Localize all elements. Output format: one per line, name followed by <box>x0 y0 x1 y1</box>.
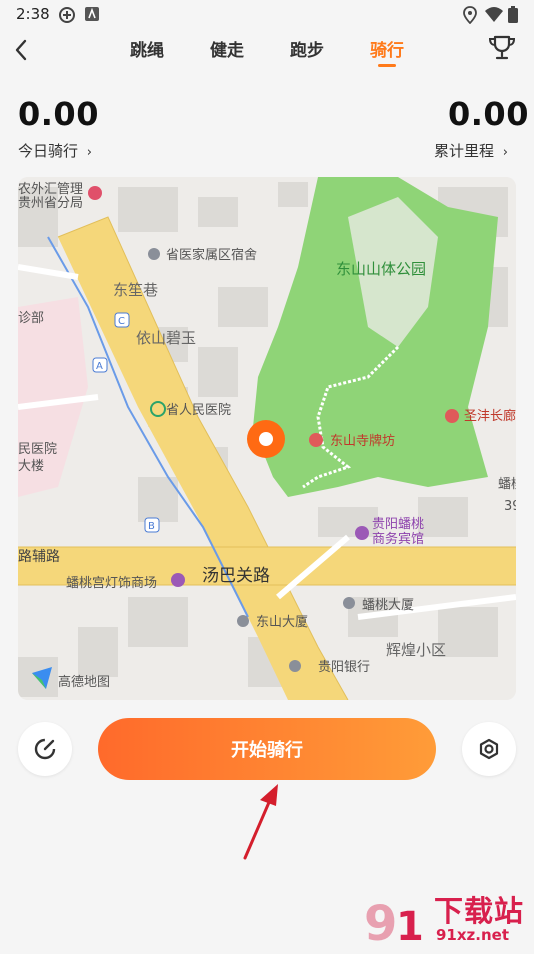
map-label-side-road: 路辅路 <box>18 549 60 565</box>
total-mileage-label: 累计里程 <box>434 142 495 160</box>
status-time: 2:38 <box>16 5 50 23</box>
map-label-lamp-mall: 蟠桃宫灯饰商场 <box>66 576 157 591</box>
map-label-pantao-hotel: 贵阳蟠桃 <box>372 517 424 532</box>
map-canvas[interactable]: 农外汇管理 贵州省分局 省医家属区宿舍 诊部 民医院 大楼 省人民医院 蟠桃 3… <box>18 177 516 700</box>
map-label-dongsheng-lane: 东笙巷 <box>113 281 158 299</box>
map-label-39: 39 <box>504 499 516 514</box>
tab-cycling[interactable]: 骑行 <box>370 36 404 61</box>
metro-entrance-b: B <box>148 521 155 532</box>
watermark-logo-icon: 9 1 <box>364 896 424 952</box>
speedometer-icon <box>34 738 56 760</box>
battery-icon <box>508 6 518 23</box>
svg-text:9: 9 <box>364 896 397 950</box>
current-location-marker <box>247 420 285 458</box>
map-label-dongshan-temple: 东山寺牌坊 <box>330 433 395 449</box>
map-label-foreign-exchange: 农外汇管理 <box>18 182 83 197</box>
tab-walking[interactable]: 健走 <box>210 36 244 61</box>
map-label-yishan-biyu: 依山碧玉 <box>136 329 196 347</box>
speedometer-button[interactable] <box>18 722 72 776</box>
back-arrow-icon[interactable] <box>10 36 34 64</box>
app-notification-icon <box>59 7 75 23</box>
map-provider-label: 高德地图 <box>58 674 110 690</box>
today-cycling-link[interactable]: 今日骑行 › <box>18 140 92 161</box>
map-label-pantao-hotel-sub: 商务宾馆 <box>372 531 424 547</box>
map-view[interactable]: 农外汇管理 贵州省分局 省医家属区宿舍 诊部 民医院 大楼 省人民医院 蟠桃 3… <box>18 177 516 700</box>
watermark-text: 下载站 <box>434 894 525 928</box>
map-label-guiyang-bank: 贵阳银行 <box>318 660 370 675</box>
today-cycling-label: 今日骑行 <box>18 142 79 160</box>
map-label-dormitory: 省医家属区宿舍 <box>166 247 257 263</box>
annotation-arrow-icon <box>243 784 278 860</box>
gear-icon <box>479 738 499 760</box>
trophy-icon[interactable] <box>488 35 516 61</box>
watermark: 9 1 下载站 91xz.net <box>362 888 534 952</box>
metro-entrance-a: A <box>96 361 103 372</box>
today-distance-value: 0.00 <box>18 95 99 133</box>
map-label-building-left: 大楼 <box>18 459 44 474</box>
status-bar: 2:38 <box>0 0 534 30</box>
settings-button[interactable] <box>462 722 516 776</box>
map-label-hospital-left: 民医院 <box>18 442 57 457</box>
map-label-shengfeng-corridor: 圣沣长廊 <box>464 408 516 424</box>
tab-rope-skipping[interactable]: 跳绳 <box>130 36 164 61</box>
location-icon <box>463 6 477 24</box>
accessibility-icon <box>85 7 99 21</box>
wifi-icon <box>485 7 503 22</box>
active-tab-indicator <box>378 64 396 67</box>
metro-entrance-c: C <box>118 316 125 327</box>
svg-text:1: 1 <box>396 904 424 950</box>
map-label-tangbaguan-road: 汤巴关路 <box>202 566 270 586</box>
map-label-provincial-hospital: 省人民医院 <box>166 403 231 418</box>
map-label-dongshan-tower: 东山大厦 <box>256 615 308 630</box>
total-mileage-link[interactable]: 累计里程 › <box>434 140 508 161</box>
total-distance-value: 0.00 <box>448 95 529 133</box>
start-cycling-button[interactable]: 开始骑行 <box>98 718 436 780</box>
chevron-right-icon: › <box>502 145 508 160</box>
map-label-huihuang-district: 辉煌小区 <box>386 641 446 659</box>
tab-running[interactable]: 跑步 <box>290 36 324 61</box>
map-label-pantao-tower: 蟠桃大厦 <box>362 598 414 613</box>
map-label-guizhou-branch: 贵州省分局 <box>18 196 83 211</box>
sport-nav: 跳绳 健走 跑步 骑行 <box>0 30 534 76</box>
map-label-pantao: 蟠桃 <box>498 477 516 492</box>
chevron-right-icon: › <box>86 145 92 160</box>
map-label-clinic: 诊部 <box>18 311 44 326</box>
map-label-dongshan-park: 东山山体公园 <box>336 260 426 278</box>
watermark-url: 91xz.net <box>436 926 510 944</box>
